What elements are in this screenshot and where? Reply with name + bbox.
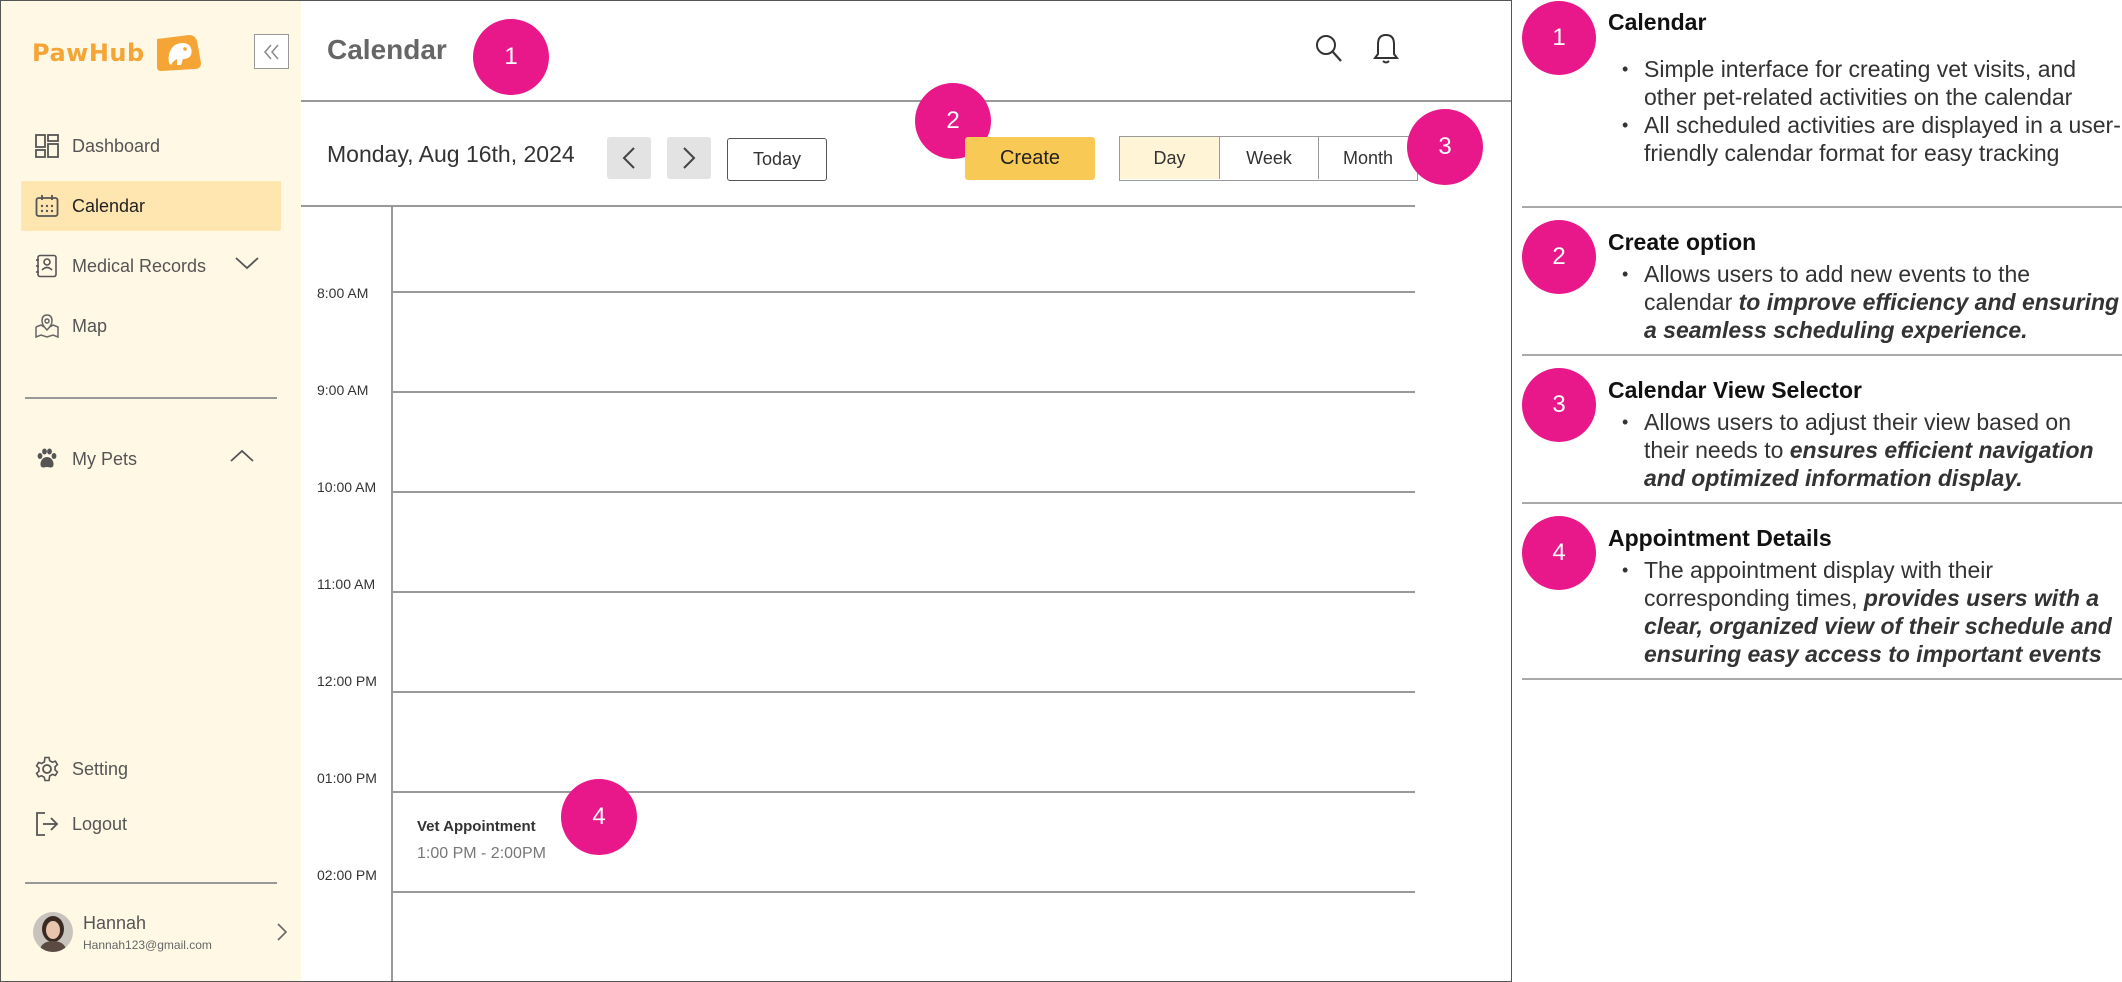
chevron-left-icon xyxy=(622,147,635,169)
note-divider xyxy=(1522,502,2122,504)
chevron-down-icon[interactable] xyxy=(235,255,259,271)
note-title: Appointment Details xyxy=(1608,525,1832,551)
hour-line xyxy=(393,591,1415,593)
event-time: 1:00 PM - 2:00PM xyxy=(417,845,546,862)
logo-text: PawHub xyxy=(32,39,145,67)
sidebar-item-map[interactable]: Map xyxy=(21,301,281,351)
note-number: 1 xyxy=(1522,1,1596,75)
annotation-marker-1: 1 xyxy=(473,19,549,95)
note-number: 4 xyxy=(1522,516,1596,590)
paw-icon xyxy=(34,446,60,472)
sidebar-item-label: Map xyxy=(72,315,108,336)
time-label: 10:00 AM xyxy=(317,479,377,495)
calendar-icon xyxy=(34,193,60,219)
sidebar: PawHub Dashboard Calendar Medical Record… xyxy=(1,1,301,981)
bell-icon[interactable] xyxy=(1373,33,1399,65)
view-day-button[interactable]: Day xyxy=(1120,137,1219,179)
note-bullets: The appointment display with their corre… xyxy=(1622,556,2122,668)
page-title: Calendar xyxy=(327,34,447,65)
note-bullet: Allows users to add new events to the ca… xyxy=(1622,260,2122,344)
chevron-right-icon[interactable] xyxy=(276,922,288,942)
logout-icon xyxy=(34,811,60,837)
my-pets-label: My Pets xyxy=(72,448,138,469)
divider xyxy=(25,882,277,884)
time-label: 9:00 AM xyxy=(317,382,369,398)
pawhub-logo-icon xyxy=(156,35,201,71)
sidebar-item-my-pets[interactable]: My Pets xyxy=(21,434,281,484)
note-bullets: Allows users to add new events to the ca… xyxy=(1622,260,2122,344)
collapse-sidebar-button[interactable] xyxy=(254,34,289,69)
current-date: Monday, Aug 16th, 2024 xyxy=(327,141,575,167)
note-bullets: Allows users to adjust their view based … xyxy=(1622,408,2122,492)
hour-line xyxy=(393,391,1415,393)
event-title: Vet Appointment xyxy=(417,818,536,835)
sidebar-item-medical-records[interactable]: Medical Records xyxy=(21,241,281,291)
note-number: 3 xyxy=(1522,368,1596,442)
sidebar-item-dashboard[interactable]: Dashboard xyxy=(21,121,281,171)
note-number: 2 xyxy=(1522,220,1596,294)
today-button[interactable]: Today xyxy=(727,138,827,181)
time-label: 12:00 PM xyxy=(317,673,377,689)
time-label: 01:00 PM xyxy=(317,770,377,786)
view-selector: Day Week Month xyxy=(1119,136,1418,181)
sidebar-item-calendar[interactable]: Calendar xyxy=(21,181,281,231)
note-divider xyxy=(1522,678,2122,680)
hour-line xyxy=(393,491,1415,493)
header-divider xyxy=(301,100,1511,102)
dashboard-icon xyxy=(34,133,60,159)
grid-top-border xyxy=(301,205,1415,207)
note-divider xyxy=(1522,354,2122,356)
hour-line xyxy=(393,691,1415,693)
chevron-right-icon xyxy=(683,147,696,169)
sidebar-item-label: Dashboard xyxy=(72,135,161,156)
note-title: Calendar View Selector xyxy=(1608,377,1862,403)
sidebar-item-logout[interactable]: Logout xyxy=(21,799,281,849)
double-chevron-left-icon xyxy=(263,44,279,59)
time-label: 11:00 AM xyxy=(317,576,376,592)
prev-day-button[interactable] xyxy=(607,137,651,179)
note-bullet: All scheduled activities are displayed i… xyxy=(1622,111,2122,167)
time-label: 02:00 PM xyxy=(317,867,377,883)
search-icon[interactable] xyxy=(1315,34,1343,64)
view-week-button[interactable]: Week xyxy=(1219,137,1318,179)
medical-records-icon xyxy=(34,253,60,279)
note-bullet: Simple interface for creating vet visits… xyxy=(1622,55,2122,111)
logo[interactable]: PawHub xyxy=(32,33,203,73)
user-name: Hannah xyxy=(83,912,147,933)
user-email: Hannah123@gmail.com xyxy=(83,937,212,952)
annotation-marker-4: 4 xyxy=(561,779,637,855)
note-bullet: Allows users to adjust their view based … xyxy=(1622,408,2122,492)
hour-line xyxy=(393,791,1415,793)
time-label: 8:00 AM xyxy=(317,285,369,301)
hour-line xyxy=(393,891,1415,893)
avatar xyxy=(33,912,73,952)
note-title: Create option xyxy=(1608,229,1757,255)
calendar-day-grid[interactable]: 8:00 AM 9:00 AM 10:00 AM 11:00 AM 12:00 … xyxy=(301,205,1415,981)
note-bullet: The appointment display with their corre… xyxy=(1622,556,2122,668)
note-bullets: Simple interface for creating vet visits… xyxy=(1622,55,2122,167)
time-column-divider xyxy=(391,205,393,981)
view-month-button[interactable]: Month xyxy=(1318,137,1417,179)
gear-icon xyxy=(34,756,60,782)
app-window: PawHub Dashboard Calendar Medical Record… xyxy=(0,0,1512,982)
annotation-marker-3: 3 xyxy=(1407,109,1483,185)
hour-line xyxy=(393,291,1415,293)
user-profile[interactable]: Hannah Hannah123@gmail.com xyxy=(33,909,288,955)
setting-label: Setting xyxy=(72,758,129,779)
create-button[interactable]: Create xyxy=(965,137,1095,180)
chevron-up-icon[interactable] xyxy=(230,448,254,464)
next-day-button[interactable] xyxy=(667,137,711,179)
map-icon xyxy=(34,313,60,339)
note-title: Calendar xyxy=(1608,9,1707,35)
sidebar-item-label: Medical Records xyxy=(72,255,207,276)
sidebar-item-setting[interactable]: Setting xyxy=(21,744,281,794)
note-divider xyxy=(1522,206,2122,208)
divider xyxy=(25,397,277,399)
logout-label: Logout xyxy=(72,813,128,834)
sidebar-item-label: Calendar xyxy=(72,195,146,216)
